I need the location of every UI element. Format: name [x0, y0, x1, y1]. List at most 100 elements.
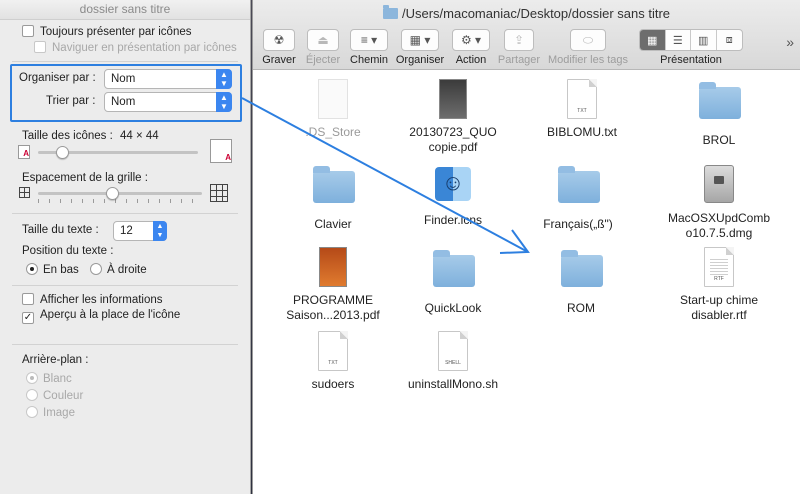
- show-info-label: Afficher les informations: [40, 294, 163, 306]
- file-item[interactable]: PROGRAMME Saison...2013.pdf: [268, 247, 398, 323]
- show-info-option[interactable]: Afficher les informations: [22, 293, 163, 306]
- file-name: BROL: [702, 133, 736, 147]
- finder-app-icon: [435, 167, 471, 201]
- icon-size-slider-thumb[interactable]: [56, 146, 69, 159]
- list-view-icon[interactable]: ☰: [666, 30, 691, 50]
- finder-window: /Users/macomaniac/Desktop/dossier sans t…: [252, 0, 800, 494]
- burn-button[interactable]: ☢ Graver: [261, 29, 297, 66]
- path-label: Chemin: [350, 54, 388, 66]
- path-text: /Users/macomaniac/Desktop/dossier sans t…: [401, 6, 671, 21]
- browse-icons-option[interactable]: Naviguer en présentation par icônes: [34, 41, 237, 54]
- file-name: Finder.icns: [423, 213, 483, 227]
- file-item[interactable]: QuickLook: [398, 247, 508, 316]
- file-item[interactable]: TXT BIBLOMU.txt: [517, 79, 647, 140]
- share-button[interactable]: ⇪ Partager: [497, 29, 541, 66]
- file-name: BIBLOMU.txt: [546, 125, 617, 139]
- column-view-icon[interactable]: ▥: [691, 30, 717, 50]
- text-size-select[interactable]: 12 ▲ ▼: [113, 221, 167, 241]
- file-item[interactable]: .DS_Store: [268, 79, 398, 140]
- window-title: /Users/macomaniac/Desktop/dossier sans t…: [253, 5, 800, 21]
- background-white-label: Blanc: [43, 373, 72, 385]
- preview-icon-checkbox[interactable]: ✓: [22, 312, 34, 324]
- file-item[interactable]: TXT sudoers: [268, 331, 398, 392]
- arrange-label: Organiser: [395, 54, 445, 66]
- action-button[interactable]: ⚙ ▾ Action: [451, 29, 491, 66]
- file-item[interactable]: 20130723_QUO copie.pdf: [388, 79, 518, 155]
- folder-icon: [558, 166, 600, 203]
- background-image-radio[interactable]: [26, 406, 38, 418]
- edit-tags-button[interactable]: ⬭ Modifier les tags: [547, 29, 629, 66]
- position-right-radio[interactable]: [90, 263, 102, 275]
- grid-spacing-slider[interactable]: [38, 192, 202, 195]
- text-file-icon: TXT: [567, 79, 597, 119]
- file-name: 20130723_QUO copie.pdf: [409, 125, 497, 154]
- position-right-option[interactable]: À droite: [90, 263, 147, 276]
- file-item[interactable]: BROL: [654, 79, 784, 148]
- rtf-file-icon: RTF: [704, 247, 734, 287]
- folder-icon: [561, 250, 603, 287]
- background-color-option[interactable]: Couleur: [26, 389, 83, 402]
- tag-icon: ⬭: [570, 29, 606, 51]
- background-label: Arrière-plan :: [22, 354, 89, 366]
- file-item[interactable]: Finder.icns: [398, 163, 508, 228]
- always-icons-option[interactable]: Toujours présenter par icônes: [22, 25, 192, 38]
- arrange-button[interactable]: ▦ ▾ Organiser: [395, 29, 445, 66]
- cover-flow-icon[interactable]: ⧈: [717, 30, 742, 50]
- share-icon: ⇪: [504, 29, 534, 51]
- icon-size-label: Taille des icônes :: [22, 130, 113, 142]
- organize-value: Nom: [111, 73, 136, 85]
- icon-view-icon[interactable]: ▦: [640, 30, 666, 50]
- file-grid: .DS_Store 20130723_QUO copie.pdf TXT BIB…: [253, 71, 800, 494]
- file-item[interactable]: Français(„ß"): [523, 163, 633, 232]
- file-name: PROGRAMME Saison...2013.pdf: [286, 293, 380, 322]
- file-item[interactable]: Clavier: [268, 163, 398, 232]
- background-white-option[interactable]: Blanc: [26, 372, 72, 385]
- action-label: Action: [455, 54, 487, 66]
- eject-label: Éjecter: [305, 54, 341, 66]
- preview-icon-option[interactable]: ✓ Aperçu à la place de l'icône: [22, 309, 180, 324]
- text-file-icon: TXT: [318, 331, 348, 371]
- divider: [12, 61, 238, 62]
- file-item[interactable]: MacOSXUpdCombo10.7.5.dmg: [659, 163, 779, 241]
- edit-tags-label: Modifier les tags: [547, 54, 629, 66]
- toolbar-overflow-icon[interactable]: »: [786, 34, 794, 50]
- grid-spacing-slider-thumb[interactable]: [105, 187, 119, 200]
- gear-icon: ⚙ ▾: [452, 29, 490, 51]
- shell-script-icon: SHELL: [438, 331, 468, 371]
- pdf-icon: [439, 79, 467, 119]
- finder-titlebar: /Users/macomaniac/Desktop/dossier sans t…: [253, 0, 800, 70]
- chevron-updown-icon: ▲ ▼: [153, 221, 167, 241]
- background-image-label: Image: [43, 407, 75, 419]
- icon-size-value: 44 × 44: [119, 130, 159, 142]
- text-size-label: Taille du texte :: [22, 224, 99, 236]
- background-image-option[interactable]: Image: [26, 406, 75, 419]
- browse-icons-checkbox[interactable]: [34, 41, 46, 53]
- path-button[interactable]: ≡ ▾ Chemin: [349, 29, 389, 66]
- eject-button[interactable]: ⏏ Éjecter: [303, 29, 343, 66]
- background-color-radio[interactable]: [26, 389, 38, 401]
- organize-select[interactable]: Nom ▲ ▼: [104, 69, 232, 89]
- file-name: uninstallMono.sh: [407, 377, 499, 391]
- text-size-value: 12: [120, 225, 133, 237]
- view-segmented-control: ▦ ☰ ▥ ⧈: [639, 29, 743, 51]
- position-bottom-radio[interactable]: [26, 263, 38, 275]
- always-icons-checkbox[interactable]: [22, 25, 34, 37]
- sort-select[interactable]: Nom ▲ ▼: [104, 92, 232, 112]
- grid-spacing-label: Espacement de la grille :: [22, 172, 148, 184]
- eject-icon: ⏏: [307, 29, 339, 51]
- arrange-icon: ▦ ▾: [401, 29, 439, 51]
- icon-size-label-row: Taille des icônes : 44 × 44: [22, 130, 159, 142]
- folder-icon: [699, 82, 741, 119]
- file-item[interactable]: ROM: [526, 247, 636, 316]
- burn-label: Graver: [262, 54, 296, 66]
- background-white-radio[interactable]: [26, 372, 38, 384]
- file-item[interactable]: RTF Start-up chime disabler.rtf: [654, 247, 784, 323]
- file-name: MacOSXUpdCombo10.7.5.dmg: [667, 211, 771, 240]
- position-bottom-option[interactable]: En bas: [26, 263, 79, 276]
- show-info-checkbox[interactable]: [22, 293, 34, 305]
- folder-icon: [382, 5, 398, 19]
- toolbar: ☢ Graver ⏏ Éjecter ≡ ▾ Chemin ▦ ▾ Organi…: [253, 29, 800, 69]
- file-item[interactable]: SHELL uninstallMono.sh: [398, 331, 508, 392]
- preview-icon-label: Aperçu à la place de l'icône: [40, 309, 181, 321]
- small-document-icon: [18, 145, 30, 159]
